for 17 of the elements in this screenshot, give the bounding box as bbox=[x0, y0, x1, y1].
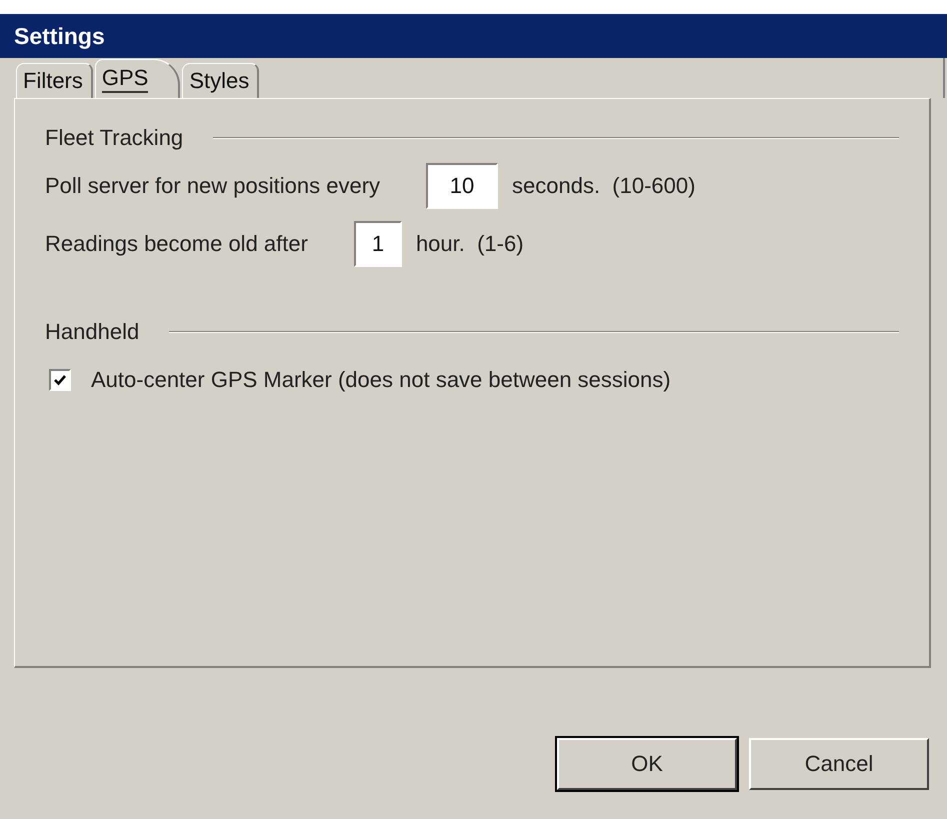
number-field[interactable]: 1 bbox=[354, 221, 402, 267]
field-label: Poll server for new positions every bbox=[45, 173, 380, 199]
field-hint: hour. (1-6) bbox=[416, 231, 524, 257]
tab[interactable]: Styles bbox=[182, 63, 260, 98]
ok-button[interactable]: OK bbox=[557, 738, 737, 790]
tab[interactable]: Filters bbox=[16, 63, 93, 98]
checkbox[interactable] bbox=[49, 369, 71, 391]
check-icon bbox=[53, 373, 67, 387]
tab[interactable]: GPS bbox=[94, 59, 180, 98]
cancel-button[interactable]: Cancel bbox=[749, 738, 929, 790]
window-title: Settings bbox=[0, 14, 947, 58]
group-title: Fleet Tracking bbox=[45, 125, 184, 151]
checkbox-label: Auto-center GPS Marker (does not save between sessions) bbox=[91, 367, 671, 393]
number-field[interactable]: 10 bbox=[426, 163, 498, 209]
field-hint: seconds. (10-600) bbox=[512, 173, 696, 199]
field-label: Readings become old after bbox=[45, 231, 308, 257]
group-title: Handheld bbox=[45, 319, 140, 345]
